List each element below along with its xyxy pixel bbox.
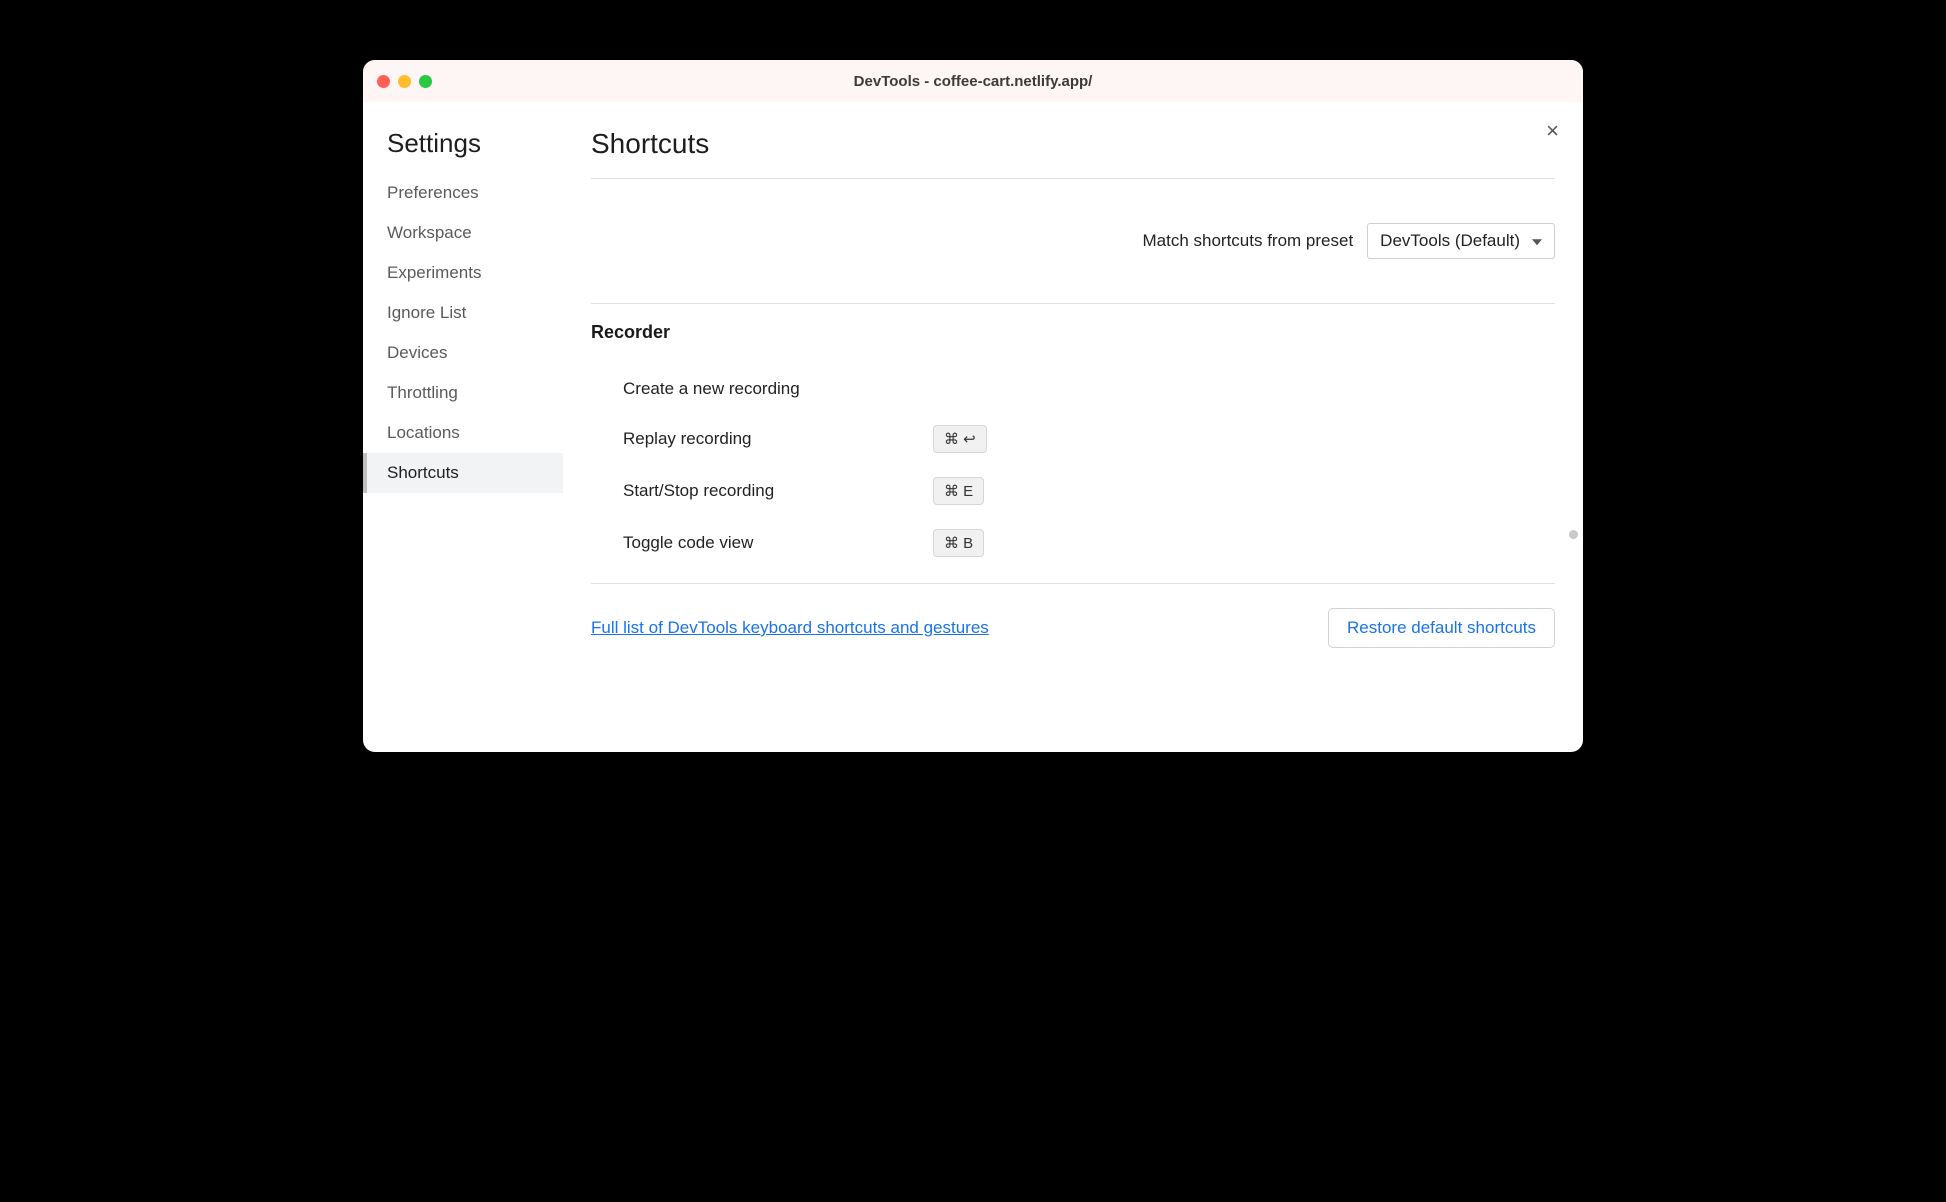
settings-heading: Settings bbox=[363, 128, 563, 173]
shortcut-row: Toggle code view ⌘ B bbox=[591, 517, 1555, 569]
sidebar-item-throttling[interactable]: Throttling bbox=[363, 373, 563, 413]
shortcut-label: Start/Stop recording bbox=[623, 481, 933, 501]
sidebar-item-preferences[interactable]: Preferences bbox=[363, 173, 563, 213]
keyboard-shortcut: ⌘ ↩ bbox=[933, 425, 987, 453]
sidebar-item-label: Ignore List bbox=[387, 303, 466, 322]
window-title: DevTools - coffee-cart.netlify.app/ bbox=[363, 73, 1583, 90]
footer-row: Full list of DevTools keyboard shortcuts… bbox=[591, 584, 1555, 648]
sidebar-item-ignore-list[interactable]: Ignore List bbox=[363, 293, 563, 333]
settings-sidebar: Settings Preferences Workspace Experimen… bbox=[363, 102, 563, 752]
keyboard-shortcut: ⌘ B bbox=[933, 529, 984, 557]
titlebar: DevTools - coffee-cart.netlify.app/ bbox=[363, 60, 1583, 102]
preset-label: Match shortcuts from preset bbox=[1142, 231, 1353, 251]
page-title: Shortcuts bbox=[591, 128, 1555, 179]
sidebar-item-locations[interactable]: Locations bbox=[363, 413, 563, 453]
sidebar-item-label: Throttling bbox=[387, 383, 458, 402]
minimize-window-button[interactable] bbox=[398, 75, 411, 88]
shortcut-label: Replay recording bbox=[623, 429, 933, 449]
section-title: Recorder bbox=[591, 322, 1555, 343]
keyboard-shortcut: ⌘ E bbox=[933, 477, 984, 505]
sidebar-item-workspace[interactable]: Workspace bbox=[363, 213, 563, 253]
devtools-window: DevTools - coffee-cart.netlify.app/ × Se… bbox=[363, 60, 1583, 752]
shortcut-label: Create a new recording bbox=[623, 379, 933, 399]
full-shortcuts-link[interactable]: Full list of DevTools keyboard shortcuts… bbox=[591, 618, 989, 638]
shortcut-row: Replay recording ⌘ ↩ bbox=[591, 413, 1555, 465]
sidebar-item-shortcuts[interactable]: Shortcuts bbox=[363, 453, 563, 493]
sidebar-item-label: Devices bbox=[387, 343, 447, 362]
preset-select[interactable]: DevTools (Default) bbox=[1367, 223, 1555, 259]
sidebar-item-label: Preferences bbox=[387, 183, 479, 202]
shortcut-row: Create a new recording bbox=[591, 365, 1555, 413]
sidebar-item-label: Locations bbox=[387, 423, 460, 442]
sidebar-item-label: Experiments bbox=[387, 263, 481, 282]
restore-defaults-button[interactable]: Restore default shortcuts bbox=[1328, 608, 1555, 648]
shortcuts-section: Recorder Create a new recording Replay r… bbox=[591, 303, 1555, 584]
zoom-window-button[interactable] bbox=[419, 75, 432, 88]
traffic-lights bbox=[377, 75, 432, 88]
sidebar-item-label: Workspace bbox=[387, 223, 472, 242]
shortcut-row: Start/Stop recording ⌘ E bbox=[591, 465, 1555, 517]
sidebar-item-experiments[interactable]: Experiments bbox=[363, 253, 563, 293]
close-window-button[interactable] bbox=[377, 75, 390, 88]
main-panel: Shortcuts Match shortcuts from preset De… bbox=[563, 102, 1583, 752]
shortcut-label: Toggle code view bbox=[623, 533, 933, 553]
scrollbar-thumb[interactable] bbox=[1569, 530, 1578, 539]
app-body: × Settings Preferences Workspace Experim… bbox=[363, 102, 1583, 752]
preset-select-value: DevTools (Default) bbox=[1380, 231, 1520, 250]
close-icon[interactable]: × bbox=[1546, 120, 1559, 142]
preset-row: Match shortcuts from preset DevTools (De… bbox=[591, 179, 1555, 303]
sidebar-item-devices[interactable]: Devices bbox=[363, 333, 563, 373]
sidebar-item-label: Shortcuts bbox=[387, 463, 459, 482]
